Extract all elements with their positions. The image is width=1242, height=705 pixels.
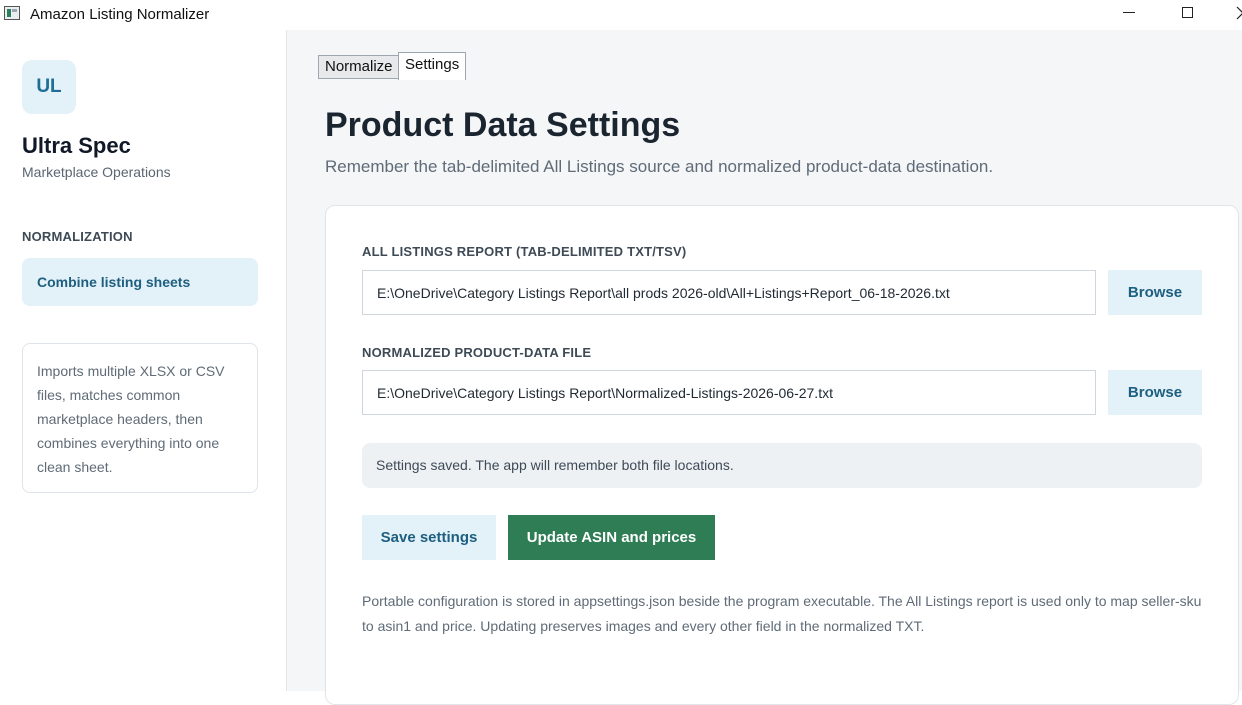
- page-title: Product Data Settings: [325, 106, 681, 144]
- sidebar-section-label: NORMALIZATION: [22, 229, 133, 244]
- save-settings-button[interactable]: Save settings: [362, 515, 496, 560]
- source-browse-button[interactable]: Browse: [1108, 270, 1202, 315]
- source-file-input[interactable]: [362, 270, 1096, 315]
- page-subtitle: Remember the tab-delimited All Listings …: [325, 157, 994, 176]
- destination-file-input[interactable]: [362, 370, 1096, 415]
- app-icon: [4, 6, 20, 20]
- title-bar: Amazon Listing Normalizer: [0, 0, 1242, 30]
- window-title: Amazon Listing Normalizer: [30, 6, 210, 23]
- logo-badge: UL: [22, 60, 76, 114]
- destination-file-label: NORMALIZED PRODUCT-DATA FILE: [362, 345, 592, 360]
- close-button[interactable]: [1226, 0, 1242, 30]
- settings-card: ALL LISTINGS REPORT (TAB-DELIMITED TXT/T…: [325, 205, 1239, 705]
- minimize-button[interactable]: [1106, 0, 1152, 30]
- maximize-button[interactable]: [1164, 0, 1210, 30]
- company-subtitle: Marketplace Operations: [22, 164, 171, 180]
- tab-settings[interactable]: Settings: [398, 52, 467, 80]
- sidebar: UL Ultra Spec Marketplace Operations NOR…: [0, 30, 287, 691]
- main-content: Normalize Settings Product Data Settings…: [287, 30, 1242, 705]
- destination-browse-button[interactable]: Browse: [1108, 370, 1202, 415]
- sidebar-item-combine-listing-sheets[interactable]: Combine listing sheets: [22, 258, 258, 306]
- status-message: Settings saved. The app will remember bo…: [362, 443, 1202, 488]
- sidebar-info-card: Imports multiple XLSX or CSV files, matc…: [22, 343, 258, 493]
- close-icon: [1236, 6, 1242, 20]
- update-asin-prices-button[interactable]: Update ASIN and prices: [508, 515, 715, 560]
- footnote-text: Portable configuration is stored in apps…: [362, 593, 1202, 634]
- tab-normalize[interactable]: Normalize: [318, 55, 400, 79]
- source-file-label: ALL LISTINGS REPORT (TAB-DELIMITED TXT/T…: [362, 244, 687, 259]
- company-name: Ultra Spec: [22, 133, 131, 158]
